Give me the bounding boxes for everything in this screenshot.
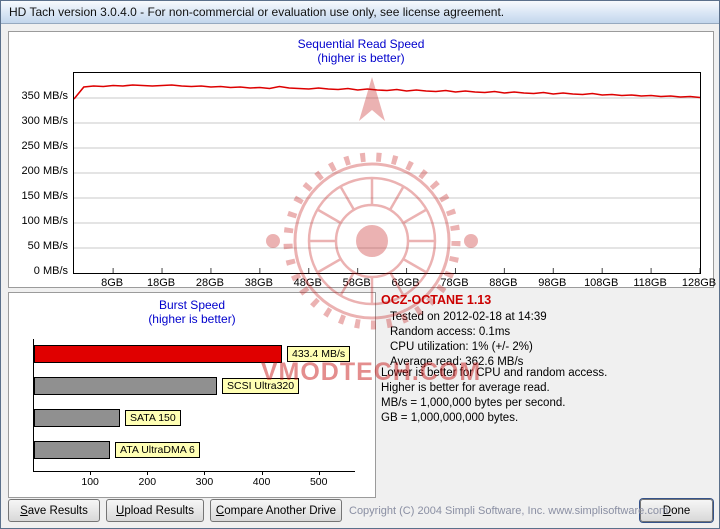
x-axis-label: 500 [309, 476, 328, 488]
y-axis-label: 300 MB/s [21, 115, 68, 127]
random-access-line: Random access: 0.1ms [390, 326, 511, 338]
x-axis-label: 38GB [244, 277, 273, 289]
upload-results-button[interactable]: Upload Results [106, 499, 204, 522]
compare-label: ompare Another Drive [224, 504, 337, 517]
tested-on-line: Tested on 2012-02-18 at 14:39 [390, 311, 547, 323]
burst-bar [34, 441, 110, 459]
y-axis-label: 250 MB/s [21, 140, 68, 152]
y-axis-label: 50 MB/s [27, 240, 68, 252]
x-axis-label: 18GB [146, 277, 176, 289]
y-axis-label: 200 MB/s [21, 165, 68, 177]
drive-name: OCZ-OCTANE 1.13 [381, 293, 492, 307]
note-gb: GB = 1,000,000,000 bytes. [381, 412, 519, 424]
burst-bar [34, 409, 120, 427]
x-tick [147, 471, 149, 475]
burst-bar-label: SCSI Ultra320 [222, 378, 300, 394]
note-read: Higher is better for average read. [381, 382, 550, 394]
title-bar: HD Tach version 3.0.4.0 - For non-commer… [1, 1, 719, 24]
save-label: ave Results [27, 504, 88, 517]
note-cpu: Lower is better for CPU and random acces… [381, 367, 608, 379]
compare-mnemonic: C [215, 504, 225, 517]
read-plot-area [73, 72, 701, 274]
upload-label: pload Results [124, 504, 194, 517]
note-mbs: MB/s = 1,000,000 bytes per second. [381, 397, 566, 409]
x-axis-label: 98GB [538, 277, 567, 289]
burst-bar-label: ATA UltraDMA 6 [115, 442, 200, 458]
x-axis-label: 68GB [391, 277, 420, 289]
x-tick [318, 471, 320, 475]
y-axis-label: 100 MB/s [21, 215, 68, 227]
burst-x-axis [33, 471, 355, 472]
read-chart-subtitle: (higher is better) [317, 51, 405, 65]
x-axis-label: 108GB [584, 277, 619, 289]
burst-bar [34, 377, 217, 395]
y-axis-label: 150 MB/s [21, 190, 68, 202]
x-axis-label: 88GB [489, 277, 518, 289]
x-tick [261, 471, 263, 475]
done-label: one [671, 504, 691, 517]
compare-another-drive-button[interactable]: Compare Another Drive [210, 499, 342, 522]
x-axis-label: 8GB [101, 277, 124, 289]
sequential-read-chart-panel: Sequential Read Speed (higher is better)… [8, 31, 717, 289]
x-axis-label: 48GB [293, 277, 322, 289]
burst-bar-label: 433.4 MB/s [287, 346, 351, 362]
x-axis-label: 128GB [681, 277, 717, 289]
burst-bar-label: SATA 150 [125, 410, 181, 426]
cpu-utilization-line: CPU utilization: 1% (+/- 2%) [390, 341, 533, 353]
drive-info-panel: OCZ-OCTANE 1.13 Tested on 2012-02-18 at … [381, 293, 713, 495]
x-axis-label: 400 [252, 476, 271, 488]
y-axis-label: 350 MB/s [21, 90, 68, 102]
burst-chart-subtitle: (higher is better) [148, 312, 236, 326]
x-tick [90, 471, 92, 475]
y-axis-label: 0 MB/s [33, 265, 68, 277]
save-results-button[interactable]: Save Results [8, 499, 100, 522]
x-axis-label: 300 [195, 476, 214, 488]
drive-stats: Tested on 2012-02-18 at 14:39 Random acc… [390, 310, 713, 370]
read-plot-svg [73, 84, 701, 273]
x-axis-label: 78GB [440, 277, 469, 289]
copyright-text: Copyright (C) 2004 Simpli Software, Inc.… [349, 505, 669, 517]
legend-notes: Lower is better for CPU and random acces… [381, 366, 607, 426]
x-axis-label: 28GB [195, 277, 225, 289]
x-axis-label: 200 [138, 476, 157, 488]
read-chart-title: Sequential Read Speed [297, 37, 425, 51]
burst-chart-panel: Burst Speed (higher is better) 433.4 MB/… [8, 292, 376, 498]
burst-chart-title: Burst Speed [158, 298, 226, 312]
save-mnemonic: S [20, 504, 28, 517]
hd-tach-window: HD Tach version 3.0.4.0 - For non-commer… [0, 0, 720, 529]
read-speed-line [73, 84, 701, 100]
x-axis-label: 118GB [633, 277, 667, 289]
window-title: HD Tach version 3.0.4.0 - For non-commer… [9, 5, 505, 19]
x-axis-label: 100 [81, 476, 99, 488]
burst-bar [34, 345, 282, 363]
x-axis-label: 58GB [342, 277, 371, 289]
x-tick [204, 471, 206, 475]
